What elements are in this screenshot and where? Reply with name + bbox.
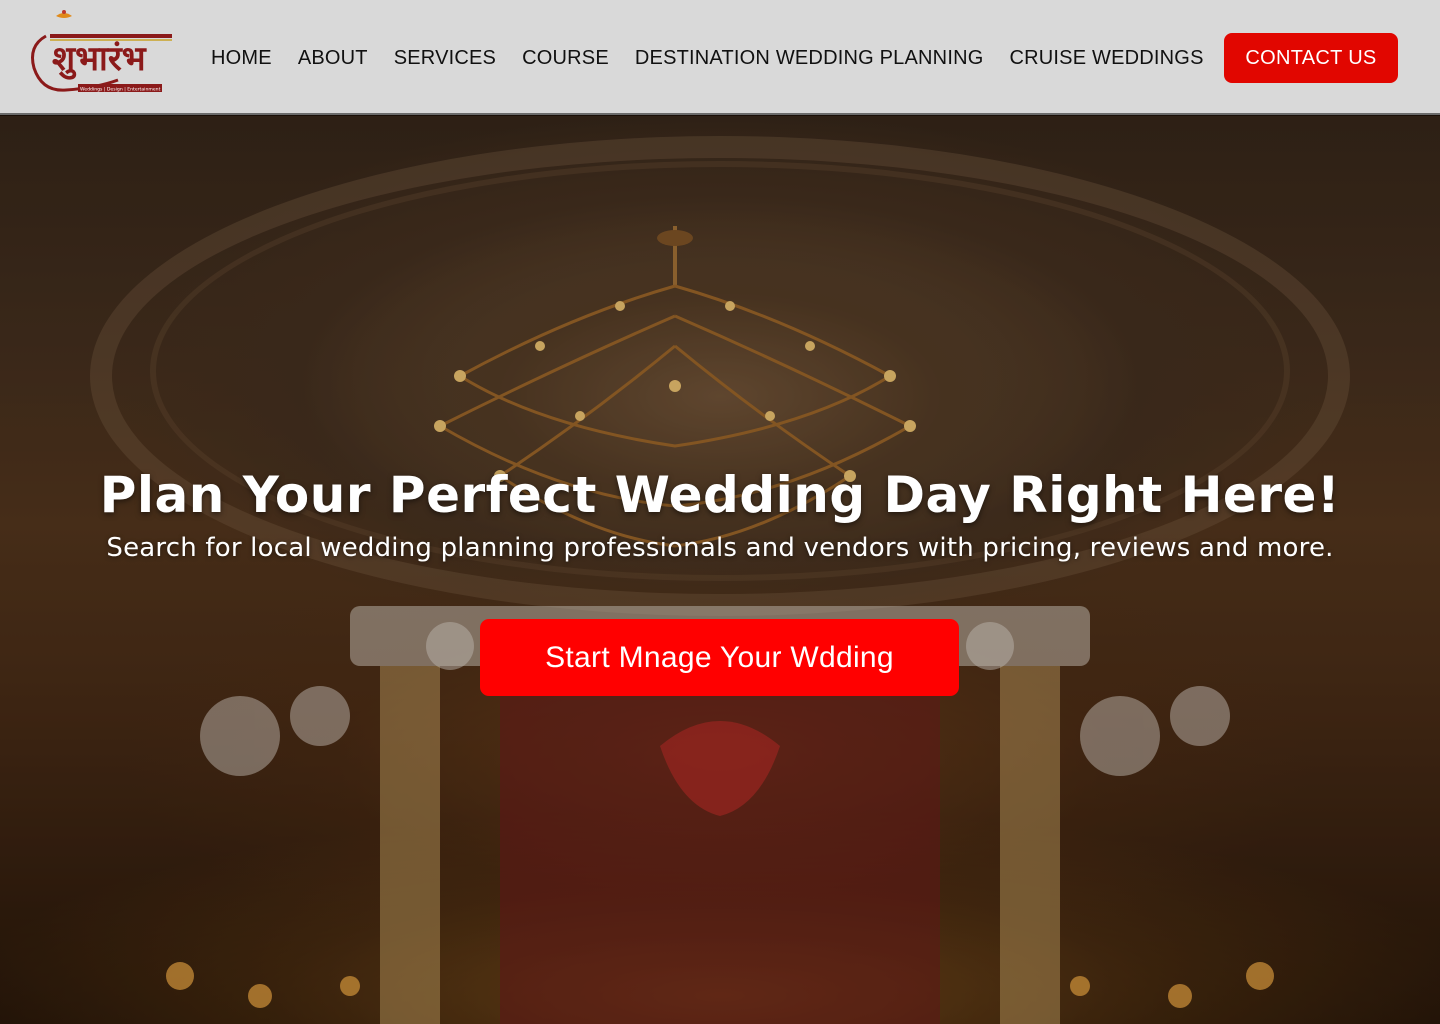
main-nav: HOME ABOUT SERVICES COURSE DESTINATION W… [211, 44, 1230, 72]
nav-course[interactable]: COURSE [522, 47, 609, 70]
hero-title: Plan Your Perfect Wedding Day Right Here… [99, 466, 1341, 524]
nav-services[interactable]: SERVICES [394, 47, 496, 70]
logo-text: शुभारंभ [52, 39, 147, 80]
hero-overlay [0, 116, 1440, 1024]
nav-destination-wedding-planning[interactable]: DESTINATION WEDDING PLANNING [635, 47, 984, 70]
hero-section: Plan Your Perfect Wedding Day Right Here… [0, 116, 1440, 1024]
nav-cruise-weddings[interactable]: CRUISE WEDDINGS [1009, 47, 1203, 70]
logo-emblem[interactable]: शुभारंभ Weddings | Design | Entertainmen… [26, 6, 174, 98]
hero-subtitle: Search for local wedding planning profes… [106, 533, 1334, 563]
start-manage-wedding-button[interactable]: Start Mnage Your Wdding [480, 619, 959, 696]
logo-tagline: Weddings | Design | Entertainment [80, 87, 161, 93]
nav-home[interactable]: HOME [211, 47, 272, 70]
site-header: शुभारंभ Weddings | Design | Entertainmen… [0, 0, 1440, 115]
nav-about[interactable]: ABOUT [298, 47, 368, 70]
contact-us-button[interactable]: CONTACT US [1224, 33, 1398, 83]
